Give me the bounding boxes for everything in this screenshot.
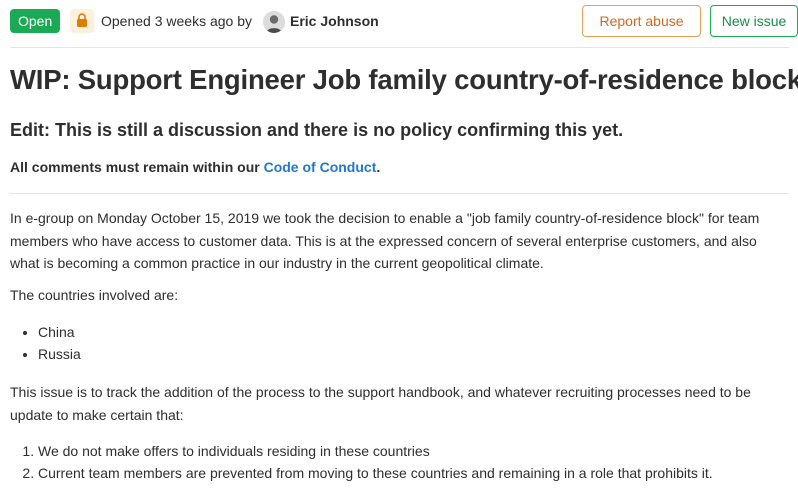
list-item: Russia [38,343,81,365]
opened-text: Opened 3 weeks ago by [101,13,252,29]
edit-note-heading: Edit: This is still a discussion and the… [10,120,624,140]
coc-prefix: All comments must remain within our [10,159,264,175]
report-abuse-button[interactable]: Report abuse [582,5,701,37]
lock-icon [70,9,94,33]
status-badge: Open [10,9,61,33]
description-paragraph-1: In e-group on Monday October 15, 2019 we… [10,210,760,271]
avatar[interactable] [263,11,285,33]
countries-intro: The countries involved are: [10,287,179,303]
new-issue-button[interactable]: New issue [710,5,798,37]
issue-header: Open Opened 3 weeks ago by Eric Johnson … [10,5,798,39]
description-paragraph-2: This issue is to track the addition of t… [10,384,751,423]
code-of-conduct-link[interactable]: Code of Conduct [264,159,377,175]
code-of-conduct-notice: All comments must remain within our Code… [10,159,380,175]
issue-page: Open Opened 3 weeks ago by Eric Johnson … [0,0,798,492]
description-divider [10,193,789,194]
issue-title: WIP: Support Engineer Job family country… [10,64,798,95]
author-link[interactable]: Eric Johnson [290,13,379,29]
header-divider [10,47,789,48]
countries-list: China Russia [10,321,81,365]
list-item: We do not make offers to individuals res… [38,440,713,462]
conditions-list: We do not make offers to individuals res… [10,440,713,484]
coc-suffix: . [376,159,381,175]
list-item: China [38,321,81,343]
list-item: Current team members are prevented from … [38,462,713,484]
